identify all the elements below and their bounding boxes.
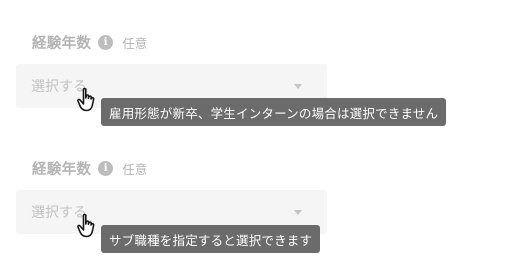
experience-years-label: 経験年数 — [32, 35, 92, 52]
optional-label: 任意 — [122, 161, 148, 177]
hand-pointer-icon — [77, 87, 95, 112]
experience-years-label-row-2: 経験年数 i 任意 — [32, 157, 147, 179]
experience-years-label: 経験年数 — [32, 161, 92, 178]
disabled-reason-tooltip: サブ職種を指定すると選択できます — [101, 225, 321, 253]
info-icon[interactable]: i — [98, 160, 114, 176]
caret-down-icon — [294, 210, 302, 215]
optional-label: 任意 — [122, 35, 148, 51]
experience-years-label-row-1: 経験年数 i 任意 — [32, 31, 147, 53]
hand-pointer-icon — [77, 213, 95, 238]
disabled-reason-tooltip: 雇用形態が新卒、学生インターンの場合は選択できません — [101, 98, 447, 126]
form-panel: 経験年数 i 任意 選択する 雇用形態が新卒、学生インターンの場合は選択できませ… — [0, 0, 530, 274]
caret-down-icon — [294, 84, 302, 89]
info-icon[interactable]: i — [98, 34, 114, 50]
